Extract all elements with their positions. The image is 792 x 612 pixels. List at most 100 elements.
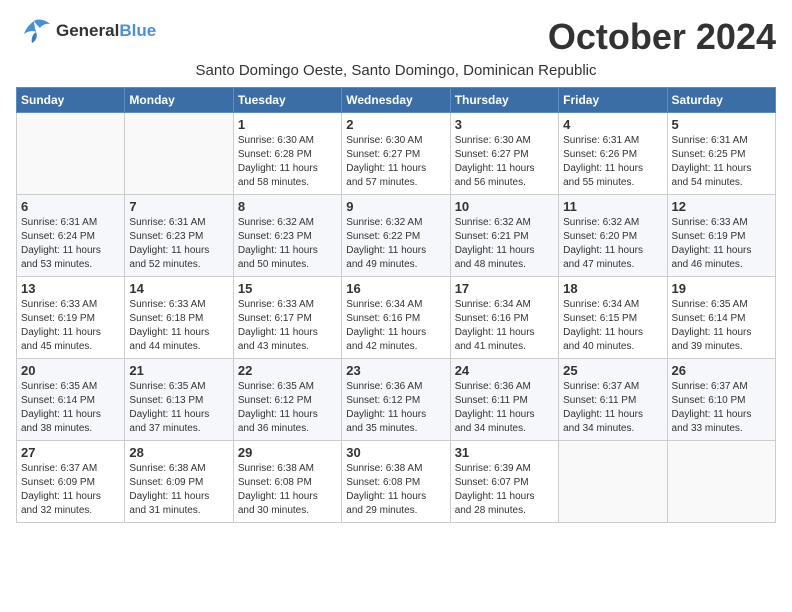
day-info: Sunrise: 6:35 AM Sunset: 6:12 PM Dayligh…	[238, 380, 337, 436]
day-info: Sunrise: 6:35 AM Sunset: 6:14 PM Dayligh…	[672, 298, 771, 354]
calendar-cell: 20 Sunrise: 6:35 AM Sunset: 6:14 PM Dayli…	[17, 359, 125, 441]
calendar-table: SundayMondayTuesdayWednesdayThursdayFrid…	[16, 87, 776, 523]
calendar-cell: 21Sunrise: 6:35 AM Sunset: 6:13 PM Dayli…	[125, 359, 233, 441]
logo: GeneralBlue	[16, 16, 156, 46]
day-number: 18	[563, 281, 662, 296]
calendar-week-4: 20 Sunrise: 6:35 AM Sunset: 6:14 PM Dayli…	[17, 359, 776, 441]
calendar-cell: 31 Sunrise: 6:39 AM Sunset: 6:07 PM Dayli…	[450, 441, 558, 523]
calendar-cell: 3 Sunrise: 6:30 AM Sunset: 6:27 PM Daylig…	[450, 113, 558, 195]
calendar-cell: 12 Sunrise: 6:33 AM Sunset: 6:19 PM Dayli…	[667, 195, 775, 277]
calendar-cell: 6 Sunrise: 6:31 AM Sunset: 6:24 PM Daylig…	[17, 195, 125, 277]
day-header-wednesday: Wednesday	[342, 88, 450, 113]
calendar-cell: 7Sunrise: 6:31 AM Sunset: 6:23 PM Daylig…	[125, 195, 233, 277]
day-info: Sunrise: 6:37 AM Sunset: 6:11 PM Dayligh…	[563, 380, 662, 436]
day-info: Sunrise: 6:33 AM Sunset: 6:18 PM Dayligh…	[129, 298, 228, 354]
calendar-cell	[667, 441, 775, 523]
calendar-cell: 29 Sunrise: 6:38 AM Sunset: 6:08 PM Dayli…	[233, 441, 341, 523]
day-number: 28	[129, 445, 228, 460]
day-info: Sunrise: 6:37 AM Sunset: 6:10 PM Dayligh…	[672, 380, 771, 436]
day-number: 4	[563, 117, 662, 132]
day-number: 14	[129, 281, 228, 296]
day-number: 16	[346, 281, 445, 296]
calendar-week-1: 1 Sunrise: 6:30 AM Sunset: 6:28 PM Daylig…	[17, 113, 776, 195]
calendar-cell: 19 Sunrise: 6:35 AM Sunset: 6:14 PM Dayli…	[667, 277, 775, 359]
calendar-cell: 26 Sunrise: 6:37 AM Sunset: 6:10 PM Dayli…	[667, 359, 775, 441]
day-number: 27	[21, 445, 120, 460]
day-number: 8	[238, 199, 337, 214]
day-info: Sunrise: 6:32 AM Sunset: 6:20 PM Dayligh…	[563, 216, 662, 272]
calendar-cell: 10Sunrise: 6:32 AM Sunset: 6:21 PM Dayli…	[450, 195, 558, 277]
calendar-cell	[17, 113, 125, 195]
day-number: 21	[129, 363, 228, 378]
day-number: 1	[238, 117, 337, 132]
calendar-cell: 30 Sunrise: 6:38 AM Sunset: 6:08 PM Dayli…	[342, 441, 450, 523]
calendar-cell: 8Sunrise: 6:32 AM Sunset: 6:23 PM Daylig…	[233, 195, 341, 277]
day-number: 11	[563, 199, 662, 214]
month-title: October 2024	[548, 16, 776, 58]
day-info: Sunrise: 6:38 AM Sunset: 6:08 PM Dayligh…	[238, 462, 337, 518]
day-number: 25	[563, 363, 662, 378]
day-number: 17	[455, 281, 554, 296]
day-info: Sunrise: 6:30 AM Sunset: 6:27 PM Dayligh…	[346, 134, 445, 190]
day-number: 9	[346, 199, 445, 214]
day-header-friday: Friday	[559, 88, 667, 113]
day-number: 19	[672, 281, 771, 296]
calendar-cell: 22 Sunrise: 6:35 AM Sunset: 6:12 PM Dayli…	[233, 359, 341, 441]
calendar-cell: 23 Sunrise: 6:36 AM Sunset: 6:12 PM Dayli…	[342, 359, 450, 441]
day-info: Sunrise: 6:34 AM Sunset: 6:16 PM Dayligh…	[455, 298, 554, 354]
logo-text: GeneralBlue	[56, 21, 156, 41]
day-number: 31	[455, 445, 554, 460]
day-header-monday: Monday	[125, 88, 233, 113]
day-number: 10	[455, 199, 554, 214]
page-header: GeneralBlue October 2024	[16, 16, 776, 58]
logo-icon	[16, 16, 52, 46]
day-header-tuesday: Tuesday	[233, 88, 341, 113]
day-number: 29	[238, 445, 337, 460]
calendar-cell	[559, 441, 667, 523]
calendar-cell: 18 Sunrise: 6:34 AM Sunset: 6:15 PM Dayli…	[559, 277, 667, 359]
day-info: Sunrise: 6:39 AM Sunset: 6:07 PM Dayligh…	[455, 462, 554, 518]
day-info: Sunrise: 6:38 AM Sunset: 6:08 PM Dayligh…	[346, 462, 445, 518]
day-number: 6	[21, 199, 120, 214]
day-number: 23	[346, 363, 445, 378]
day-info: Sunrise: 6:30 AM Sunset: 6:27 PM Dayligh…	[455, 134, 554, 190]
calendar-cell	[125, 113, 233, 195]
day-info: Sunrise: 6:35 AM Sunset: 6:14 PM Dayligh…	[21, 380, 120, 436]
day-number: 30	[346, 445, 445, 460]
day-info: Sunrise: 6:33 AM Sunset: 6:19 PM Dayligh…	[21, 298, 120, 354]
day-number: 3	[455, 117, 554, 132]
day-info: Sunrise: 6:38 AM Sunset: 6:09 PM Dayligh…	[129, 462, 228, 518]
day-info: Sunrise: 6:31 AM Sunset: 6:25 PM Dayligh…	[672, 134, 771, 190]
day-info: Sunrise: 6:31 AM Sunset: 6:24 PM Dayligh…	[21, 216, 120, 272]
calendar-cell: 11 Sunrise: 6:32 AM Sunset: 6:20 PM Dayli…	[559, 195, 667, 277]
calendar-cell: 5 Sunrise: 6:31 AM Sunset: 6:25 PM Daylig…	[667, 113, 775, 195]
day-number: 5	[672, 117, 771, 132]
day-header-sunday: Sunday	[17, 88, 125, 113]
day-number: 2	[346, 117, 445, 132]
calendar-week-5: 27Sunrise: 6:37 AM Sunset: 6:09 PM Dayli…	[17, 441, 776, 523]
calendar-cell: 9 Sunrise: 6:32 AM Sunset: 6:22 PM Daylig…	[342, 195, 450, 277]
day-number: 12	[672, 199, 771, 214]
calendar-cell: 27Sunrise: 6:37 AM Sunset: 6:09 PM Dayli…	[17, 441, 125, 523]
day-info: Sunrise: 6:30 AM Sunset: 6:28 PM Dayligh…	[238, 134, 337, 190]
calendar-cell: 15Sunrise: 6:33 AM Sunset: 6:17 PM Dayli…	[233, 277, 341, 359]
calendar-cell: 17 Sunrise: 6:34 AM Sunset: 6:16 PM Dayli…	[450, 277, 558, 359]
day-info: Sunrise: 6:36 AM Sunset: 6:11 PM Dayligh…	[455, 380, 554, 436]
day-header-saturday: Saturday	[667, 88, 775, 113]
day-number: 7	[129, 199, 228, 214]
day-number: 22	[238, 363, 337, 378]
day-number: 26	[672, 363, 771, 378]
calendar-cell: 14 Sunrise: 6:33 AM Sunset: 6:18 PM Dayli…	[125, 277, 233, 359]
day-info: Sunrise: 6:34 AM Sunset: 6:15 PM Dayligh…	[563, 298, 662, 354]
calendar-cell: 16Sunrise: 6:34 AM Sunset: 6:16 PM Dayli…	[342, 277, 450, 359]
day-info: Sunrise: 6:31 AM Sunset: 6:26 PM Dayligh…	[563, 134, 662, 190]
day-number: 13	[21, 281, 120, 296]
day-info: Sunrise: 6:32 AM Sunset: 6:22 PM Dayligh…	[346, 216, 445, 272]
calendar-cell: 25 Sunrise: 6:37 AM Sunset: 6:11 PM Dayli…	[559, 359, 667, 441]
day-info: Sunrise: 6:36 AM Sunset: 6:12 PM Dayligh…	[346, 380, 445, 436]
day-info: Sunrise: 6:33 AM Sunset: 6:17 PM Dayligh…	[238, 298, 337, 354]
day-info: Sunrise: 6:33 AM Sunset: 6:19 PM Dayligh…	[672, 216, 771, 272]
subtitle: Santo Domingo Oeste, Santo Domingo, Domi…	[16, 62, 776, 79]
days-header-row: SundayMondayTuesdayWednesdayThursdayFrid…	[17, 88, 776, 113]
day-number: 20	[21, 363, 120, 378]
